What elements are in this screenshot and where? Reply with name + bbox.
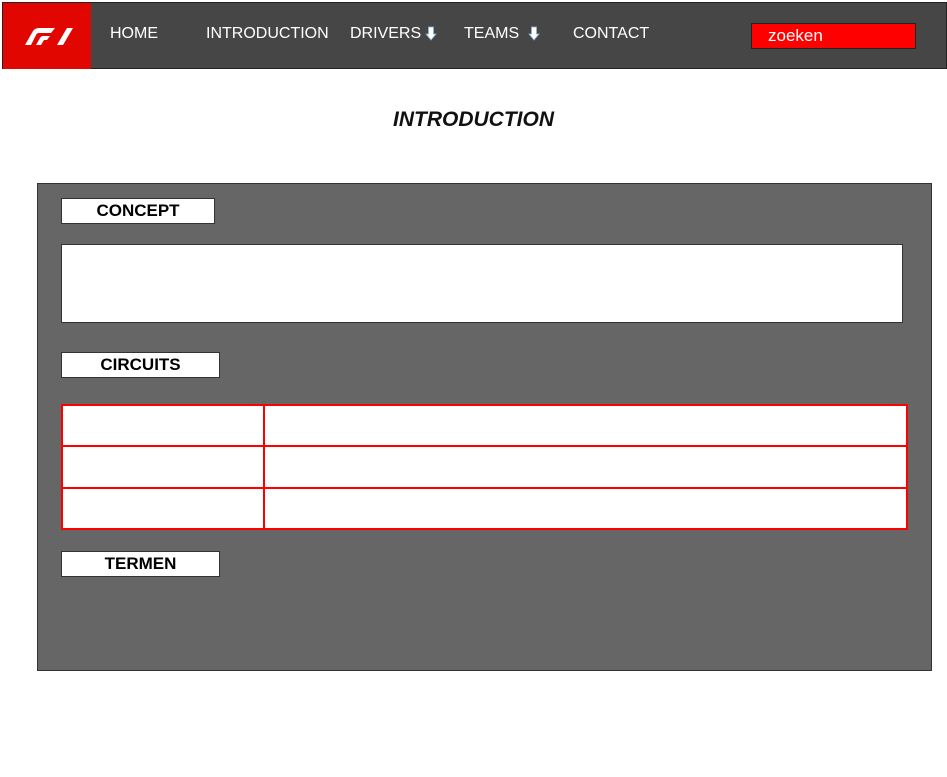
section-heading-circuits: CIRCUITS — [61, 352, 220, 378]
nav-contact-label: CONTACT — [573, 25, 650, 42]
circuits-table — [61, 403, 908, 531]
concept-content-box — [61, 244, 903, 323]
nav-teams-label: TEAMS — [464, 25, 520, 42]
table-row — [61, 403, 908, 448]
f1-logo[interactable] — [3, 3, 91, 69]
nav-drivers-label: DRIVERS — [350, 25, 422, 42]
table-cell — [61, 486, 265, 531]
down-arrow-icon — [425, 26, 437, 41]
table-cell — [263, 486, 908, 531]
content-panel: CONCEPT CIRCUITS TERMEN — [37, 183, 932, 671]
nav-drivers[interactable]: DRIVERS — [350, 25, 437, 43]
table-cell — [61, 445, 265, 489]
table-row — [61, 445, 908, 489]
table-cell — [61, 403, 265, 448]
top-navbar: HOME INTRODUCTION DRIVERS TEAMS CONTACT — [2, 2, 947, 69]
nav-contact[interactable]: CONTACT — [573, 25, 649, 43]
nav-home[interactable]: HOME — [110, 25, 158, 43]
table-cell — [263, 403, 908, 448]
down-arrow-icon — [528, 26, 540, 41]
nav-introduction[interactable]: INTRODUCTION — [206, 25, 329, 43]
page-title: INTRODUCTION — [393, 108, 554, 131]
nav-home-label: HOME — [110, 25, 158, 42]
section-heading-termen: TERMEN — [61, 551, 220, 577]
nav-introduction-label: INTRODUCTION — [206, 25, 329, 42]
table-cell — [263, 445, 908, 489]
nav-teams[interactable]: TEAMS — [464, 25, 540, 43]
search-input[interactable] — [751, 23, 916, 49]
table-row — [61, 486, 908, 531]
f1-logo-icon — [25, 28, 73, 45]
section-heading-concept: CONCEPT — [61, 198, 215, 224]
